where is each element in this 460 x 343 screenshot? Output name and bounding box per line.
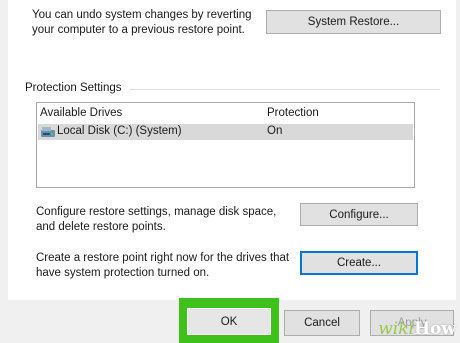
create-description-line2: have system protection turned on. [36,267,210,279]
restore-description-line1: You can undo system changes by reverting [32,9,252,21]
column-header-drives[interactable]: Available Drives [40,107,122,119]
system-restore-button[interactable]: System Restore... [266,10,441,34]
wikihow-watermark: wikiHow [378,319,456,339]
protection-settings-title: Protection Settings [25,82,126,94]
configure-description-line2: and delete restore points. [36,221,166,233]
configure-button[interactable]: Configure... [300,203,418,226]
restore-description-line2: your computer to a previous restore poin… [32,24,245,36]
create-description: Create a restore point right now for the… [36,251,289,281]
drive-name: Local Disk (C:) (System) [57,125,182,137]
ok-button[interactable]: OK [187,308,271,335]
configure-description-line1: Configure restore settings, manage disk … [36,206,277,218]
configure-description: Configure restore settings, manage disk … [36,205,276,235]
drive-icon [41,127,55,137]
cancel-button[interactable]: Cancel [284,310,360,336]
restore-description: You can undo system changes by reverting… [32,8,252,38]
list-item[interactable]: Local Disk (C:) (System) On [38,124,413,140]
create-button[interactable]: Create... [300,251,418,275]
group-divider [130,89,440,90]
create-description-line1: Create a restore point right now for the… [36,252,290,264]
drive-protection-status: On [267,125,283,137]
dialog-body: You can undo system changes by reverting… [8,0,456,300]
watermark-wiki: wiki [378,319,414,339]
drives-list[interactable]: Available Drives Protection Local Disk (… [36,102,415,188]
watermark-how: How [413,319,456,339]
column-header-protection[interactable]: Protection [267,107,319,119]
